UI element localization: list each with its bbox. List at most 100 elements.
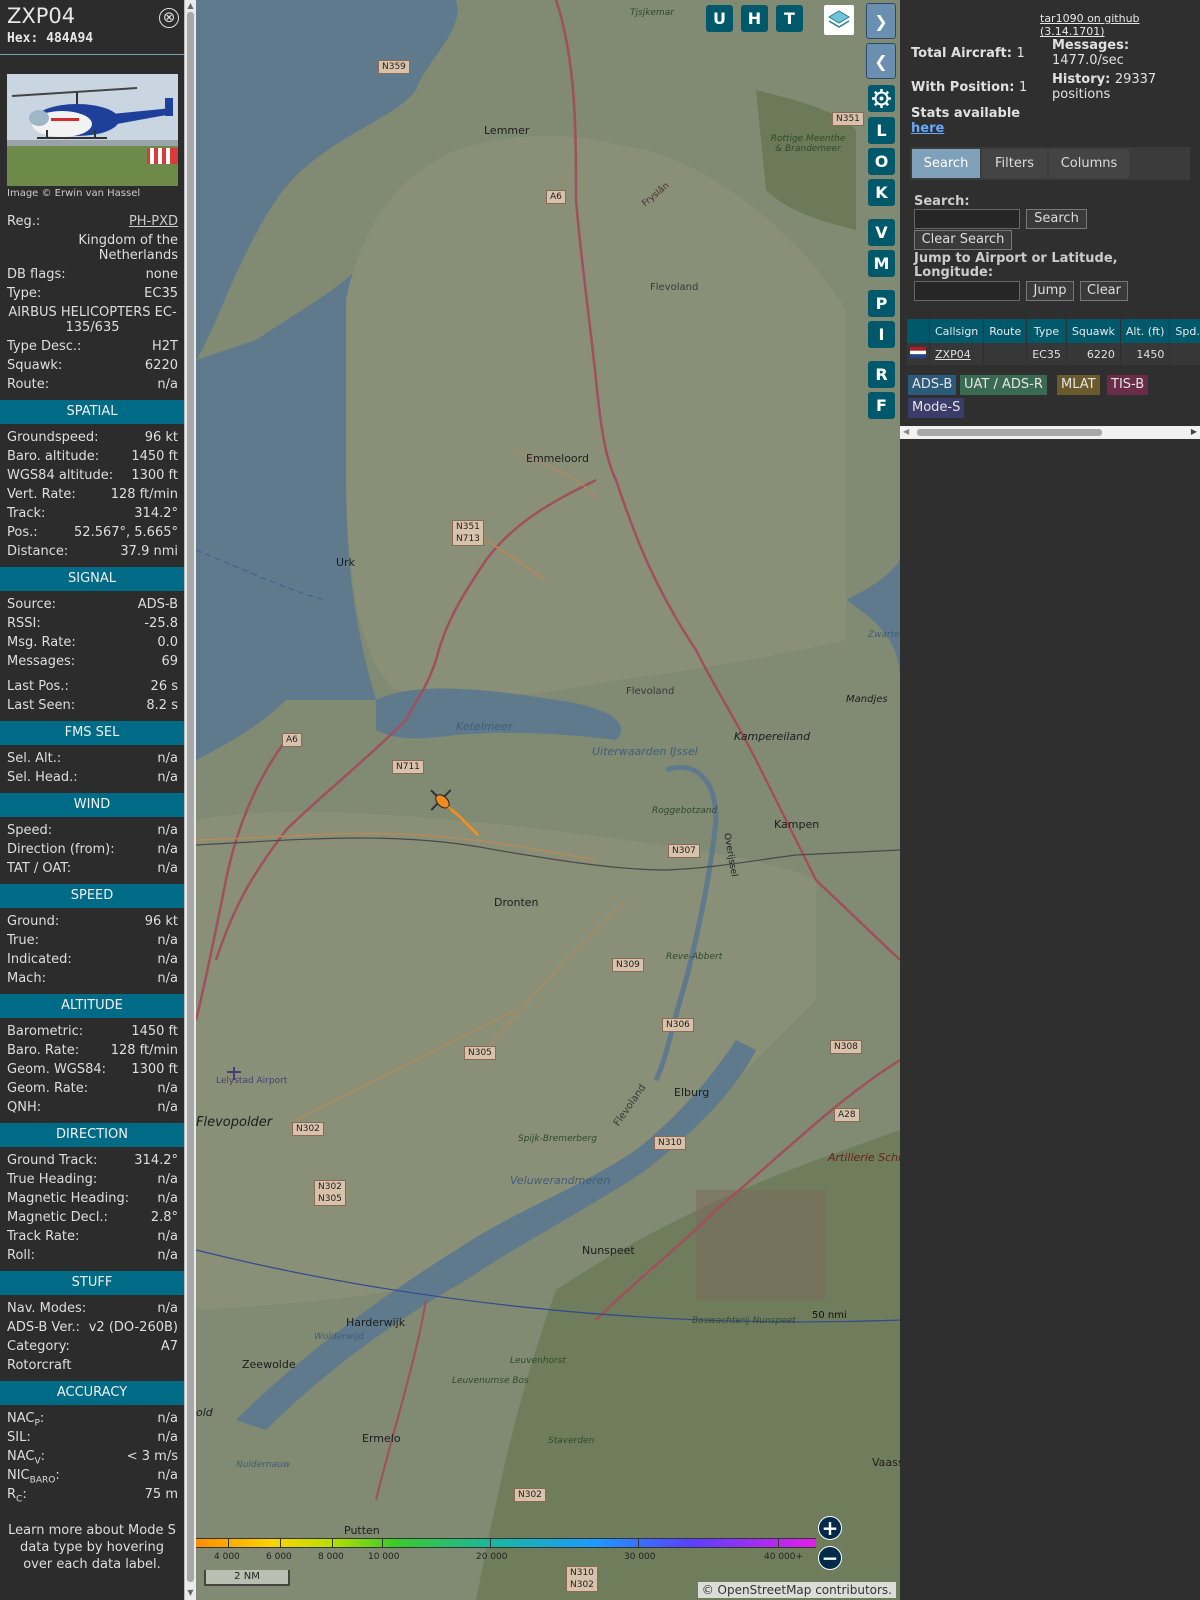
- road-a6-south: A6: [282, 733, 302, 747]
- clear-button[interactable]: Clear: [1080, 281, 1128, 301]
- expand-sidebar-button[interactable]: ❯: [866, 3, 896, 39]
- close-icon[interactable]: ⊗: [159, 8, 179, 28]
- scale-bar: 2 NM: [204, 1570, 290, 1586]
- road-n305: N305: [464, 1046, 496, 1060]
- pos-label: Pos.:: [7, 525, 38, 540]
- altitude-scale-tick: [280, 1538, 281, 1548]
- col-speed[interactable]: Spd.: [1169, 319, 1200, 343]
- button-m[interactable]: M: [868, 250, 895, 277]
- altitude-color-scale: [196, 1538, 816, 1548]
- place-dronten: Dronten: [494, 896, 539, 909]
- messages-label: Messages:: [7, 654, 76, 669]
- nic-row: NICBARO: n/a: [0, 1466, 184, 1486]
- button-p[interactable]: P: [868, 290, 895, 317]
- button-f[interactable]: F: [868, 392, 895, 419]
- col-route[interactable]: Route: [983, 319, 1028, 343]
- scroll-thumb[interactable]: [187, 12, 194, 1582]
- button-k[interactable]: K: [868, 179, 895, 206]
- aircraft-photo[interactable]: [7, 74, 178, 186]
- altitude-scale-label: 40 000+: [764, 1552, 804, 1562]
- geom-wgs-value: 1300 ft: [131, 1062, 178, 1077]
- adsb-ver-value: v2 (DO-260B): [88, 1320, 178, 1335]
- roll-label: Roll:: [7, 1248, 36, 1263]
- tab-columns[interactable]: Columns: [1049, 149, 1129, 178]
- search-button[interactable]: Search: [1026, 209, 1087, 229]
- mag-decl-label: Magnetic Decl.:: [7, 1210, 108, 1225]
- section-fms-sel: FMS SEL: [0, 721, 184, 745]
- table-row[interactable]: ZXP04 EC35 6220 1450: [907, 343, 1200, 365]
- true-value: n/a: [157, 933, 178, 948]
- col-altitude[interactable]: Alt. (ft): [1120, 319, 1171, 343]
- altitude-scale-label: 30 000: [624, 1552, 656, 1562]
- col-callsign[interactable]: Callsign: [929, 319, 985, 343]
- button-r[interactable]: R: [868, 361, 895, 388]
- row-type: EC35: [1026, 343, 1067, 365]
- tab-filters[interactable]: Filters: [982, 149, 1047, 178]
- road-n711: N711: [392, 760, 424, 774]
- place-reve-abbert: Reve-Abbert: [666, 952, 723, 962]
- zoom-in-button[interactable]: +: [818, 1516, 842, 1540]
- total-aircraft-value: 1: [1016, 46, 1025, 61]
- button-u[interactable]: U: [706, 5, 733, 32]
- col-type[interactable]: Type: [1026, 319, 1067, 343]
- wind-speed-label: Speed:: [7, 823, 53, 838]
- altitude-scale-tick: [382, 1538, 383, 1548]
- indicated-row: Indicated: n/a: [0, 950, 184, 969]
- map-canvas[interactable]: Lemmer Emmeloord Urk Ketelmeer Uiterwaar…: [196, 0, 900, 1600]
- layers-button[interactable]: [824, 5, 854, 35]
- github-link[interactable]: tar1090 on github (3.14.1701): [1040, 12, 1200, 38]
- reg-link[interactable]: PH-PXD: [129, 212, 178, 231]
- mag-heading-row: Magnetic Heading: n/a: [0, 1189, 184, 1208]
- search-input[interactable]: [914, 209, 1020, 229]
- road-n310: N310: [654, 1136, 686, 1150]
- h-scroll-thumb[interactable]: [917, 429, 1102, 436]
- button-h[interactable]: H: [741, 5, 768, 32]
- clear-search-button[interactable]: Clear Search: [914, 230, 1012, 250]
- scroll-down-icon[interactable]: ▼: [186, 1588, 195, 1597]
- road-n351-north: N351: [832, 112, 864, 126]
- last-pos-row: Last Pos.: 26 s: [0, 677, 184, 696]
- type-value: EC35: [144, 286, 178, 301]
- info-scrollbar[interactable]: ▲ ▼: [184, 0, 196, 1600]
- button-v[interactable]: V: [868, 219, 895, 246]
- tab-search[interactable]: Search: [912, 149, 980, 178]
- table-horizontal-scrollbar[interactable]: ◀ ▶: [900, 426, 1200, 439]
- altitude-scale-label: 6 000: [266, 1552, 292, 1562]
- section-accuracy: ACCURACY: [0, 1381, 184, 1405]
- source-badge-uat: UAT / ADS-R: [960, 375, 1047, 395]
- altitude-scale-label: 8 000: [318, 1552, 344, 1562]
- scroll-right-icon[interactable]: ▶: [1191, 427, 1197, 436]
- sil-row: SIL: n/a: [0, 1428, 184, 1447]
- nacp-label-text: NAC: [7, 1411, 35, 1426]
- button-i[interactable]: I: [868, 321, 895, 348]
- with-position: With Position: 1: [911, 80, 1027, 95]
- road-n306: N306: [662, 1018, 694, 1032]
- collapse-sidebar-button[interactable]: ❮: [866, 43, 896, 79]
- place-lelystad-airport: Lelystad Airport: [216, 1076, 288, 1086]
- place-harderwijk: Harderwijk: [346, 1316, 406, 1329]
- jump-button[interactable]: Jump: [1026, 281, 1074, 301]
- button-l[interactable]: L: [868, 117, 895, 144]
- settings-button[interactable]: [868, 85, 895, 112]
- button-t[interactable]: T: [776, 5, 803, 32]
- scroll-left-icon[interactable]: ◀: [903, 427, 909, 436]
- msg-rate-label: Msg. Rate:: [7, 635, 76, 650]
- col-squawk[interactable]: Squawk: [1066, 319, 1121, 343]
- nav-modes-value: n/a: [157, 1301, 178, 1316]
- info-hex: Hex: 484A94: [7, 31, 93, 46]
- button-o[interactable]: O: [868, 148, 895, 175]
- chevron-left-icon: ❮: [874, 52, 888, 71]
- squawk-label: Squawk:: [7, 358, 63, 373]
- place-elburg: Elburg: [674, 1086, 710, 1099]
- place-leuvenumse-bos: Leuvenumse Bos: [452, 1376, 529, 1386]
- rssi-value: -25.8: [144, 616, 178, 631]
- scroll-up-icon[interactable]: ▲: [186, 1, 195, 10]
- sidebar-tabs: Search Filters Columns: [910, 147, 1190, 180]
- sel-alt-value: n/a: [157, 751, 178, 766]
- road-n359: N359: [378, 60, 410, 74]
- stats-link[interactable]: here: [911, 121, 944, 136]
- row-callsign[interactable]: ZXP04: [929, 343, 985, 365]
- zoom-out-button[interactable]: −: [818, 1546, 842, 1570]
- col-flag[interactable]: [907, 319, 930, 343]
- jump-input[interactable]: [914, 281, 1020, 301]
